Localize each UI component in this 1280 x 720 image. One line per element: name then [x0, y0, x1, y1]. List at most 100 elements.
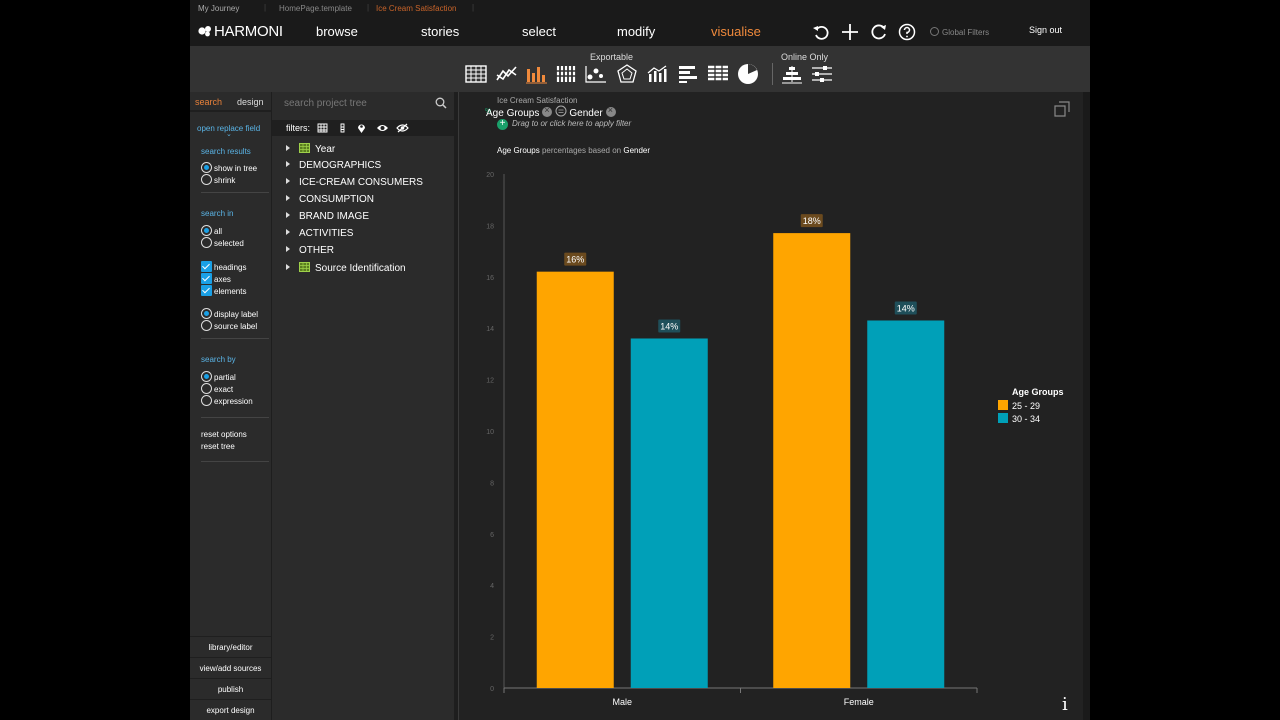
- tree-item-label: CONSUMPTION: [299, 194, 374, 205]
- display-label-radio[interactable]: [201, 308, 212, 319]
- partial-label: partial: [214, 373, 236, 382]
- y-tick-label: 0: [490, 686, 494, 693]
- legend-swatch: [998, 400, 1008, 410]
- refresh-icon[interactable]: [869, 22, 889, 42]
- reset-tree-link[interactable]: reset tree: [201, 442, 235, 451]
- axes-checkbox[interactable]: [201, 273, 212, 284]
- pie-chart-icon[interactable]: [736, 63, 760, 85]
- expand-arrow-icon[interactable]: [286, 195, 290, 201]
- view-add-sources-button[interactable]: view/add sources: [190, 657, 271, 678]
- search-in-heading: search in: [201, 209, 234, 218]
- sliders-icon[interactable]: [810, 63, 834, 85]
- partial-radio[interactable]: [201, 371, 212, 382]
- eye-filter-icon[interactable]: [376, 122, 389, 134]
- radar-icon[interactable]: [615, 63, 639, 85]
- main-nav: HARMONI browse stories select modify vis…: [190, 18, 1090, 46]
- data-label: 14%: [897, 303, 915, 313]
- publish-button[interactable]: publish: [190, 678, 271, 699]
- tab-design[interactable]: design: [237, 97, 264, 107]
- search-in-all-label: all: [214, 227, 223, 236]
- nav-modify[interactable]: modify: [617, 24, 655, 39]
- toolbar-separator: [772, 63, 773, 85]
- tree-search-input[interactable]: search project tree: [284, 98, 367, 109]
- headings-checkbox[interactable]: [201, 261, 212, 272]
- sign-out-button[interactable]: Sign out: [1029, 25, 1062, 35]
- horizontal-bar-icon[interactable]: [676, 63, 700, 85]
- search-in-all-radio[interactable]: [201, 225, 212, 236]
- expand-arrow-icon[interactable]: [286, 229, 290, 235]
- tree-item-brand-image[interactable]: BRAND IMAGE: [286, 211, 369, 225]
- y-tick-label: 2: [490, 635, 494, 642]
- nav-stories[interactable]: stories: [421, 24, 459, 39]
- online-only-caption: Online Only: [781, 52, 829, 62]
- exact-radio[interactable]: [201, 383, 212, 394]
- expand-arrow-icon[interactable]: [286, 264, 290, 270]
- combo-chart-icon[interactable]: [645, 63, 669, 85]
- legend-label: 30 - 34: [1012, 414, 1040, 424]
- breadcrumb-item-current[interactable]: Ice Cream Satisfaction: [376, 4, 456, 13]
- pin-filter-icon[interactable]: [355, 122, 368, 134]
- scrollbar[interactable]: [1083, 92, 1090, 720]
- expand-arrow-icon[interactable]: [286, 246, 290, 252]
- nav-browse[interactable]: browse: [316, 24, 358, 39]
- tab-search[interactable]: search: [195, 97, 222, 107]
- table-icon[interactable]: [464, 63, 488, 85]
- grid-filter-icon[interactable]: [316, 122, 329, 134]
- library-editor-button[interactable]: library/editor: [190, 636, 271, 657]
- eye-hidden-filter-icon[interactable]: [396, 122, 409, 134]
- data-label: 14%: [660, 321, 678, 331]
- brand-logo[interactable]: HARMONI: [198, 23, 283, 40]
- stacked-bar-icon[interactable]: [554, 63, 578, 85]
- expand-arrow-icon[interactable]: [286, 161, 290, 167]
- tree-item-activities[interactable]: ACTIVITIES: [286, 228, 353, 242]
- search-by-heading: search by: [201, 355, 236, 364]
- expression-radio[interactable]: [201, 395, 212, 406]
- help-icon[interactable]: [897, 22, 917, 42]
- nav-select[interactable]: select: [522, 24, 556, 39]
- divider: [201, 338, 269, 339]
- logo-mark-icon: [198, 26, 211, 37]
- shrink-radio[interactable]: [201, 174, 212, 185]
- chevron-down-icon[interactable]: ⌄: [226, 130, 232, 138]
- add-icon[interactable]: [840, 22, 860, 42]
- expand-arrow-icon[interactable]: [286, 212, 290, 218]
- breadcrumb-item-template[interactable]: HomePage.template: [279, 4, 352, 13]
- global-filters-button[interactable]: Global Filters: [930, 27, 989, 37]
- export-design-button[interactable]: export design: [190, 699, 271, 720]
- reset-options-link[interactable]: reset options: [201, 430, 247, 439]
- vertical-bar-filter-icon[interactable]: [336, 122, 349, 134]
- tree-item-consumption[interactable]: CONSUMPTION: [286, 194, 374, 208]
- tree-item-demographics[interactable]: DEMOGRAPHICS: [286, 160, 381, 174]
- source-label-radio[interactable]: [201, 320, 212, 331]
- expand-arrow-icon[interactable]: [286, 178, 290, 184]
- bar-chart-icon[interactable]: [524, 63, 548, 85]
- horizontal-stacked-icon[interactable]: [706, 63, 730, 85]
- scatter-icon[interactable]: [584, 63, 608, 85]
- bar: [867, 320, 945, 688]
- tree-filters-bar: filters:: [272, 120, 455, 136]
- filters-label: filters:: [286, 123, 311, 133]
- tree-item-label: ICE-CREAM CONSUMERS: [299, 177, 423, 188]
- project-tree-panel: search project tree filters: Year DEMOGR…: [271, 92, 455, 720]
- info-icon[interactable]: i: [1062, 694, 1068, 715]
- breadcrumb-item-journey[interactable]: My Journey: [198, 4, 239, 13]
- tree-item-label: BRAND IMAGE: [299, 211, 370, 222]
- tree-item-label: Source Identification: [315, 263, 406, 274]
- line-chart-icon[interactable]: [495, 63, 519, 85]
- tree-item-source-identification[interactable]: Source Identification: [286, 262, 406, 276]
- show-in-tree-radio[interactable]: [201, 162, 212, 173]
- expand-arrow-icon[interactable]: [286, 145, 290, 151]
- nav-visualise[interactable]: visualise: [711, 24, 761, 39]
- elements-checkbox[interactable]: [201, 285, 212, 296]
- undo-icon[interactable]: [811, 22, 831, 42]
- tree-item-year[interactable]: Year: [286, 143, 335, 157]
- data-label: 16%: [566, 255, 584, 265]
- tree-item-label: ACTIVITIES: [299, 228, 354, 239]
- tree-item-other[interactable]: OTHER: [286, 245, 334, 259]
- pyramid-icon[interactable]: [780, 63, 804, 85]
- table-icon: [299, 143, 310, 153]
- tree-item-ice-cream-consumers[interactable]: ICE-CREAM CONSUMERS: [286, 177, 423, 191]
- search-in-selected-radio[interactable]: [201, 237, 212, 248]
- breadcrumb-separator: |: [264, 3, 267, 12]
- search-icon[interactable]: [435, 97, 447, 109]
